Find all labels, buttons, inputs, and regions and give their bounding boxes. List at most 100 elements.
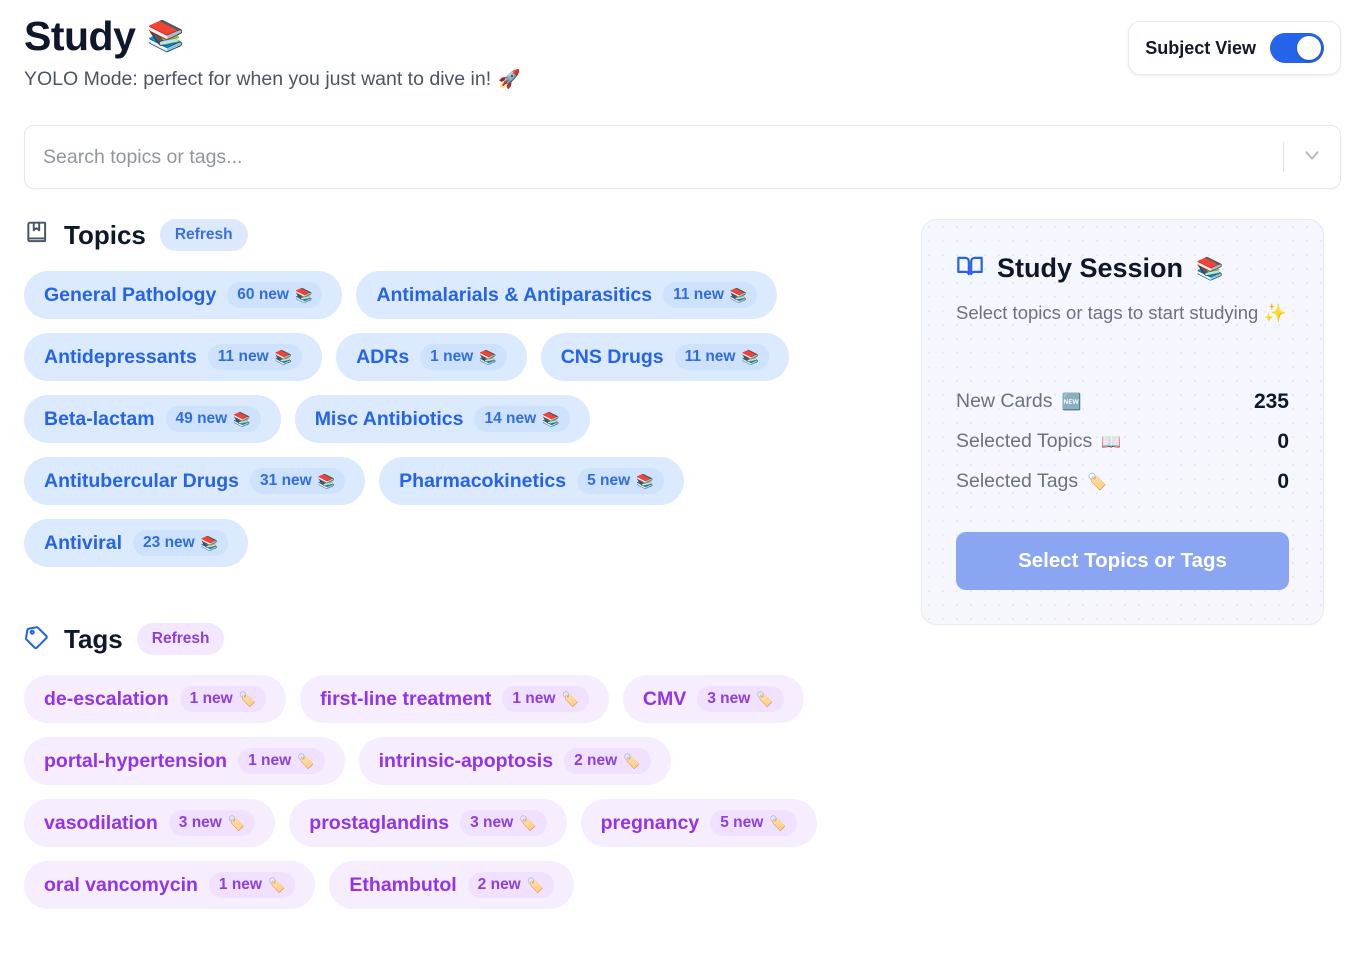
subject-view-switch[interactable] bbox=[1270, 33, 1324, 63]
topics-header: Topics Refresh bbox=[24, 219, 904, 252]
topic-chip-count: 31 new bbox=[260, 472, 312, 490]
topic-chip[interactable]: Misc Antibiotics 14 new 📚 bbox=[294, 395, 590, 444]
stat-icon: 🆕 bbox=[1061, 393, 1082, 411]
tag-chip-count-badge: 1 new 🏷️ bbox=[179, 686, 267, 713]
books-icon: 📚 bbox=[542, 411, 560, 428]
topic-chip-count-badge: 14 new 📚 bbox=[474, 406, 570, 433]
topic-chip[interactable]: Antitubercular Drugs 31 new 📚 bbox=[24, 457, 366, 506]
tag-chip[interactable]: vasodilation 3 new 🏷️ bbox=[24, 799, 276, 848]
study-session-title: Study Session bbox=[997, 253, 1184, 284]
tag-chip-count: 1 new bbox=[189, 690, 233, 708]
topic-chip[interactable]: CNS Drugs 11 new 📚 bbox=[540, 333, 789, 382]
stat-label: Selected Topics 📖 bbox=[956, 430, 1121, 453]
search-input[interactable] bbox=[25, 126, 1283, 189]
label-icon: 🏷️ bbox=[297, 753, 315, 770]
tag-chip-count: 1 new bbox=[248, 752, 292, 770]
toggle-knob bbox=[1297, 36, 1321, 60]
topic-chip-label: Antidepressants bbox=[44, 345, 197, 368]
tag-chip-count-badge: 2 new 🏷️ bbox=[564, 748, 651, 775]
stat-value: 0 bbox=[1277, 469, 1289, 493]
tag-chip-count: 3 new bbox=[707, 690, 751, 708]
topic-chip-count-badge: 31 new 📚 bbox=[250, 468, 346, 495]
stat-label: New Cards 🆕 bbox=[956, 390, 1081, 413]
tag-chip-count-badge: 1 new 🏷️ bbox=[502, 686, 589, 713]
tag-chip-count-badge: 1 new 🏷️ bbox=[238, 748, 325, 775]
left-column: Topics Refresh General Pathology 60 new 📚 A… bbox=[24, 219, 904, 910]
tags-chip-group: de-escalation 1 new 🏷️ first-line treatment… bbox=[24, 675, 884, 910]
books-icon: 📚 bbox=[200, 535, 219, 552]
topics-refresh-button[interactable]: Refresh bbox=[159, 219, 248, 252]
topic-chip[interactable]: Antimalarials & Antiparasitics 11 new 📚 bbox=[356, 271, 778, 320]
topic-chip[interactable]: General Pathology 60 new 📚 bbox=[24, 271, 343, 320]
topics-chip-group: General Pathology 60 new 📚 Antimalarials & … bbox=[24, 271, 884, 568]
tag-chip[interactable]: de-escalation 1 new 🏷️ bbox=[24, 675, 287, 724]
label-icon: 🏷️ bbox=[227, 815, 246, 832]
topic-chip-label: Antimalarials & Antiparasitics bbox=[376, 283, 653, 306]
topic-chip[interactable]: ADRs 1 new 📚 bbox=[336, 333, 527, 382]
tag-chip-count-badge: 5 new 🏷️ bbox=[710, 810, 797, 837]
label-icon: 🏷️ bbox=[769, 815, 787, 832]
topic-chip-label: Misc Antibiotics bbox=[314, 407, 464, 430]
stat-value: 235 bbox=[1253, 389, 1289, 413]
tag-chip[interactable]: portal-hypertension 1 new 🏷️ bbox=[24, 737, 345, 786]
tag-chip-count-badge: 3 new 🏷️ bbox=[168, 810, 256, 837]
topic-chip-count-badge: 1 new 📚 bbox=[420, 344, 507, 371]
page-title: Study bbox=[24, 13, 136, 59]
tag-chip[interactable]: prostaglandins 3 new 🏷️ bbox=[289, 799, 567, 848]
select-topics-or-tags-button[interactable]: Select Topics or Tags bbox=[956, 531, 1289, 590]
label-icon: 🏷️ bbox=[561, 691, 579, 708]
topic-chip[interactable]: Antiviral 23 new 📚 bbox=[24, 519, 249, 568]
topic-chip-count-badge: 60 new 📚 bbox=[227, 282, 323, 309]
study-session-subtitle: Select topics or tags to start studying … bbox=[956, 302, 1287, 324]
tag-chip[interactable]: CMV 3 new 🏷️ bbox=[622, 675, 804, 724]
tag-chip-label: Ethambutol bbox=[349, 873, 457, 896]
tag-chip-count: 1 new bbox=[512, 690, 556, 708]
tag-chip-label: prostaglandins bbox=[309, 811, 450, 834]
topic-chip-count-badge: 5 new 📚 bbox=[577, 468, 664, 495]
tags-refresh-button[interactable]: Refresh bbox=[136, 623, 225, 656]
content-area: Topics Refresh General Pathology 60 new 📚 A… bbox=[0, 219, 1365, 910]
topic-chip[interactable]: Beta-lactam 49 new 📚 bbox=[24, 395, 281, 444]
books-icon: 📚 bbox=[295, 287, 313, 304]
topic-chip-label: ADRs bbox=[356, 345, 410, 368]
tag-chip-count-badge: 1 new 🏷️ bbox=[208, 872, 296, 899]
books-icon: 📚 bbox=[636, 473, 654, 490]
topic-chip-count-badge: 11 new 📚 bbox=[207, 344, 303, 371]
stat-row: New Cards 🆕 235 bbox=[956, 390, 1289, 414]
topic-chip-count: 60 new bbox=[237, 286, 289, 304]
study-session-header: Study Session 📚 bbox=[956, 252, 1289, 285]
tag-chip-label: vasodilation bbox=[44, 811, 158, 834]
tag-chip[interactable]: pregnancy 5 new 🏷️ bbox=[580, 799, 817, 848]
search-dropdown-button[interactable] bbox=[1284, 126, 1340, 188]
books-icon: 📚 bbox=[729, 287, 748, 304]
label-icon: 🏷️ bbox=[623, 753, 641, 770]
search-bar[interactable] bbox=[24, 125, 1341, 190]
tags-title: Tags bbox=[64, 623, 123, 654]
tag-chip[interactable]: oral vancomycin 1 new 🏷️ bbox=[24, 861, 316, 910]
topic-chip[interactable]: Antidepressants 11 new 📚 bbox=[24, 333, 323, 382]
subject-view-label: Subject View bbox=[1145, 37, 1256, 58]
topic-chip-count-badge: 11 new 📚 bbox=[674, 344, 769, 371]
stat-label-text: Selected Topics bbox=[956, 430, 1093, 453]
topic-chip-label: CNS Drugs bbox=[560, 345, 664, 368]
books-icon: 📚 bbox=[147, 19, 185, 53]
tag-chip[interactable]: intrinsic-apoptosis 2 new 🏷️ bbox=[358, 737, 671, 786]
label-icon: 🏷️ bbox=[267, 877, 286, 894]
stat-label: Selected Tags 🏷️ bbox=[956, 470, 1107, 493]
tag-chip-label: first-line treatment bbox=[320, 687, 492, 710]
tag-chip-count-badge: 2 new 🏷️ bbox=[467, 872, 555, 899]
topic-chip-label: Antiviral bbox=[44, 531, 123, 554]
topics-title: Topics bbox=[64, 219, 146, 250]
tag-chip-label: oral vancomycin bbox=[44, 873, 198, 896]
tag-chip[interactable]: first-line treatment 1 new 🏷️ bbox=[300, 675, 609, 724]
topic-chip-count: 23 new bbox=[143, 534, 195, 552]
rocket-icon: 🚀 bbox=[498, 69, 521, 90]
subject-view-toggle[interactable]: Subject View bbox=[1128, 21, 1341, 75]
page-subtitle-text: YOLO Mode: perfect for when you just wan… bbox=[24, 68, 492, 91]
books-icon: 📚 bbox=[741, 349, 759, 366]
tag-chip-count: 3 new bbox=[470, 814, 514, 832]
label-icon: 🏷️ bbox=[519, 815, 537, 832]
tag-chip-count: 2 new bbox=[574, 752, 618, 770]
topic-chip[interactable]: Pharmacokinetics 5 new 📚 bbox=[379, 457, 684, 506]
tag-chip[interactable]: Ethambutol 2 new 🏷️ bbox=[329, 861, 575, 910]
